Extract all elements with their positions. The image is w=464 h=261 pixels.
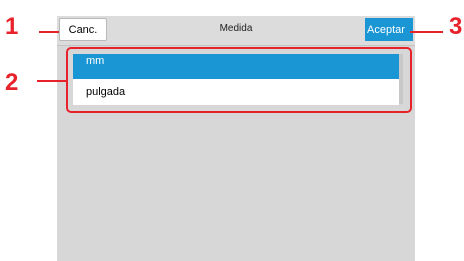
callout-1-line [39, 31, 59, 33]
accept-button[interactable]: Aceptar [365, 18, 413, 41]
callout-3-line [410, 31, 443, 33]
dialog-header: Canc. Medida Aceptar [57, 16, 415, 46]
list-highlight-frame [66, 47, 412, 113]
callout-2: 2 [5, 69, 19, 96]
callout-1: 1 [5, 13, 19, 40]
dialog-title: Medida [219, 23, 253, 34]
callout-2-line [37, 80, 67, 82]
callout-3: 3 [449, 13, 463, 40]
